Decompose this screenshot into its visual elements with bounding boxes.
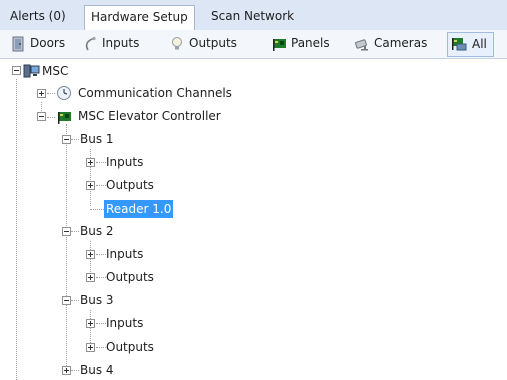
tree-node-reader-1-0[interactable]: Reader 1.0: [104, 200, 174, 218]
inputs-label: Inputs: [102, 36, 140, 50]
expand-toggle[interactable]: [86, 158, 95, 167]
tree-node-bus-1-inputs[interactable]: Inputs: [104, 153, 145, 171]
expand-toggle[interactable]: [86, 343, 95, 352]
clock-icon: [57, 86, 71, 100]
lightbulb-icon: [172, 37, 182, 50]
cameras-label: Cameras: [374, 36, 428, 50]
tree-node-bus-2-inputs[interactable]: Inputs: [104, 245, 145, 263]
tree-guide-line: [66, 124, 67, 372]
all-button[interactable]: All: [447, 32, 494, 57]
tree-node-bus-3[interactable]: Bus 3: [78, 291, 116, 309]
camera-icon: [355, 39, 368, 51]
tab-strip: Alerts (0) Hardware Setup Scan Network: [0, 0, 507, 30]
doors-label: Doors: [30, 36, 66, 50]
tree-guide-line: [16, 79, 17, 380]
tab-alerts[interactable]: Alerts (0): [4, 5, 72, 30]
panels-button[interactable]: Panels: [267, 32, 336, 57]
expand-toggle[interactable]: [86, 250, 95, 259]
tree-node-bus-2-outputs[interactable]: Outputs: [104, 268, 156, 286]
tree-node-msc-elevator-controller[interactable]: MSC Elevator Controller: [76, 107, 223, 125]
tree-node-bus-1-outputs[interactable]: Outputs: [104, 176, 156, 194]
tree-node-bus-4[interactable]: Bus 4: [78, 361, 116, 379]
tree-node-communication-channels[interactable]: Communication Channels: [76, 84, 234, 102]
doors-button[interactable]: Doors: [6, 32, 71, 57]
panel-board-icon: [273, 39, 286, 51]
server-icon: [23, 64, 40, 78]
hardware-tree: MSC Communication Channels MSC Elevator …: [0, 60, 507, 380]
expand-toggle[interactable]: [37, 89, 46, 98]
collapse-toggle[interactable]: [37, 112, 46, 121]
panel-board-icon: [58, 112, 71, 124]
all-hardware-icon: [452, 38, 467, 51]
outputs-button[interactable]: Outputs: [165, 32, 243, 57]
tree-node-bus-1[interactable]: Bus 1: [78, 130, 116, 148]
panels-label: Panels: [291, 36, 330, 50]
expand-toggle[interactable]: [86, 273, 95, 282]
expand-toggle[interactable]: [62, 366, 71, 375]
tab-scan-network[interactable]: Scan Network: [205, 5, 300, 30]
inputs-button[interactable]: Inputs: [78, 32, 145, 57]
inputs-icon: [85, 36, 96, 51]
collapse-toggle[interactable]: [62, 227, 71, 236]
collapse-toggle[interactable]: [12, 66, 21, 75]
all-label: All: [472, 37, 487, 51]
outputs-label: Outputs: [189, 36, 237, 50]
cameras-button[interactable]: Cameras: [350, 32, 433, 57]
tree-connector: [47, 117, 55, 118]
expand-toggle[interactable]: [86, 319, 95, 328]
tree-node-bus-3-outputs[interactable]: Outputs: [104, 338, 156, 356]
tab-hardware-setup[interactable]: Hardware Setup: [84, 5, 195, 30]
expand-toggle[interactable]: [86, 181, 95, 190]
door-icon: [12, 36, 24, 52]
tree-node-bus-2[interactable]: Bus 2: [78, 222, 116, 240]
tree-node-msc[interactable]: MSC: [40, 62, 70, 80]
tree-connector: [90, 209, 104, 210]
toolbar: Doors Inputs Outputs Panels Cameras All: [0, 30, 507, 59]
tree-connector: [47, 93, 55, 94]
collapse-toggle[interactable]: [62, 296, 71, 305]
collapse-toggle[interactable]: [62, 135, 71, 144]
tree-node-bus-3-inputs[interactable]: Inputs: [104, 314, 145, 332]
